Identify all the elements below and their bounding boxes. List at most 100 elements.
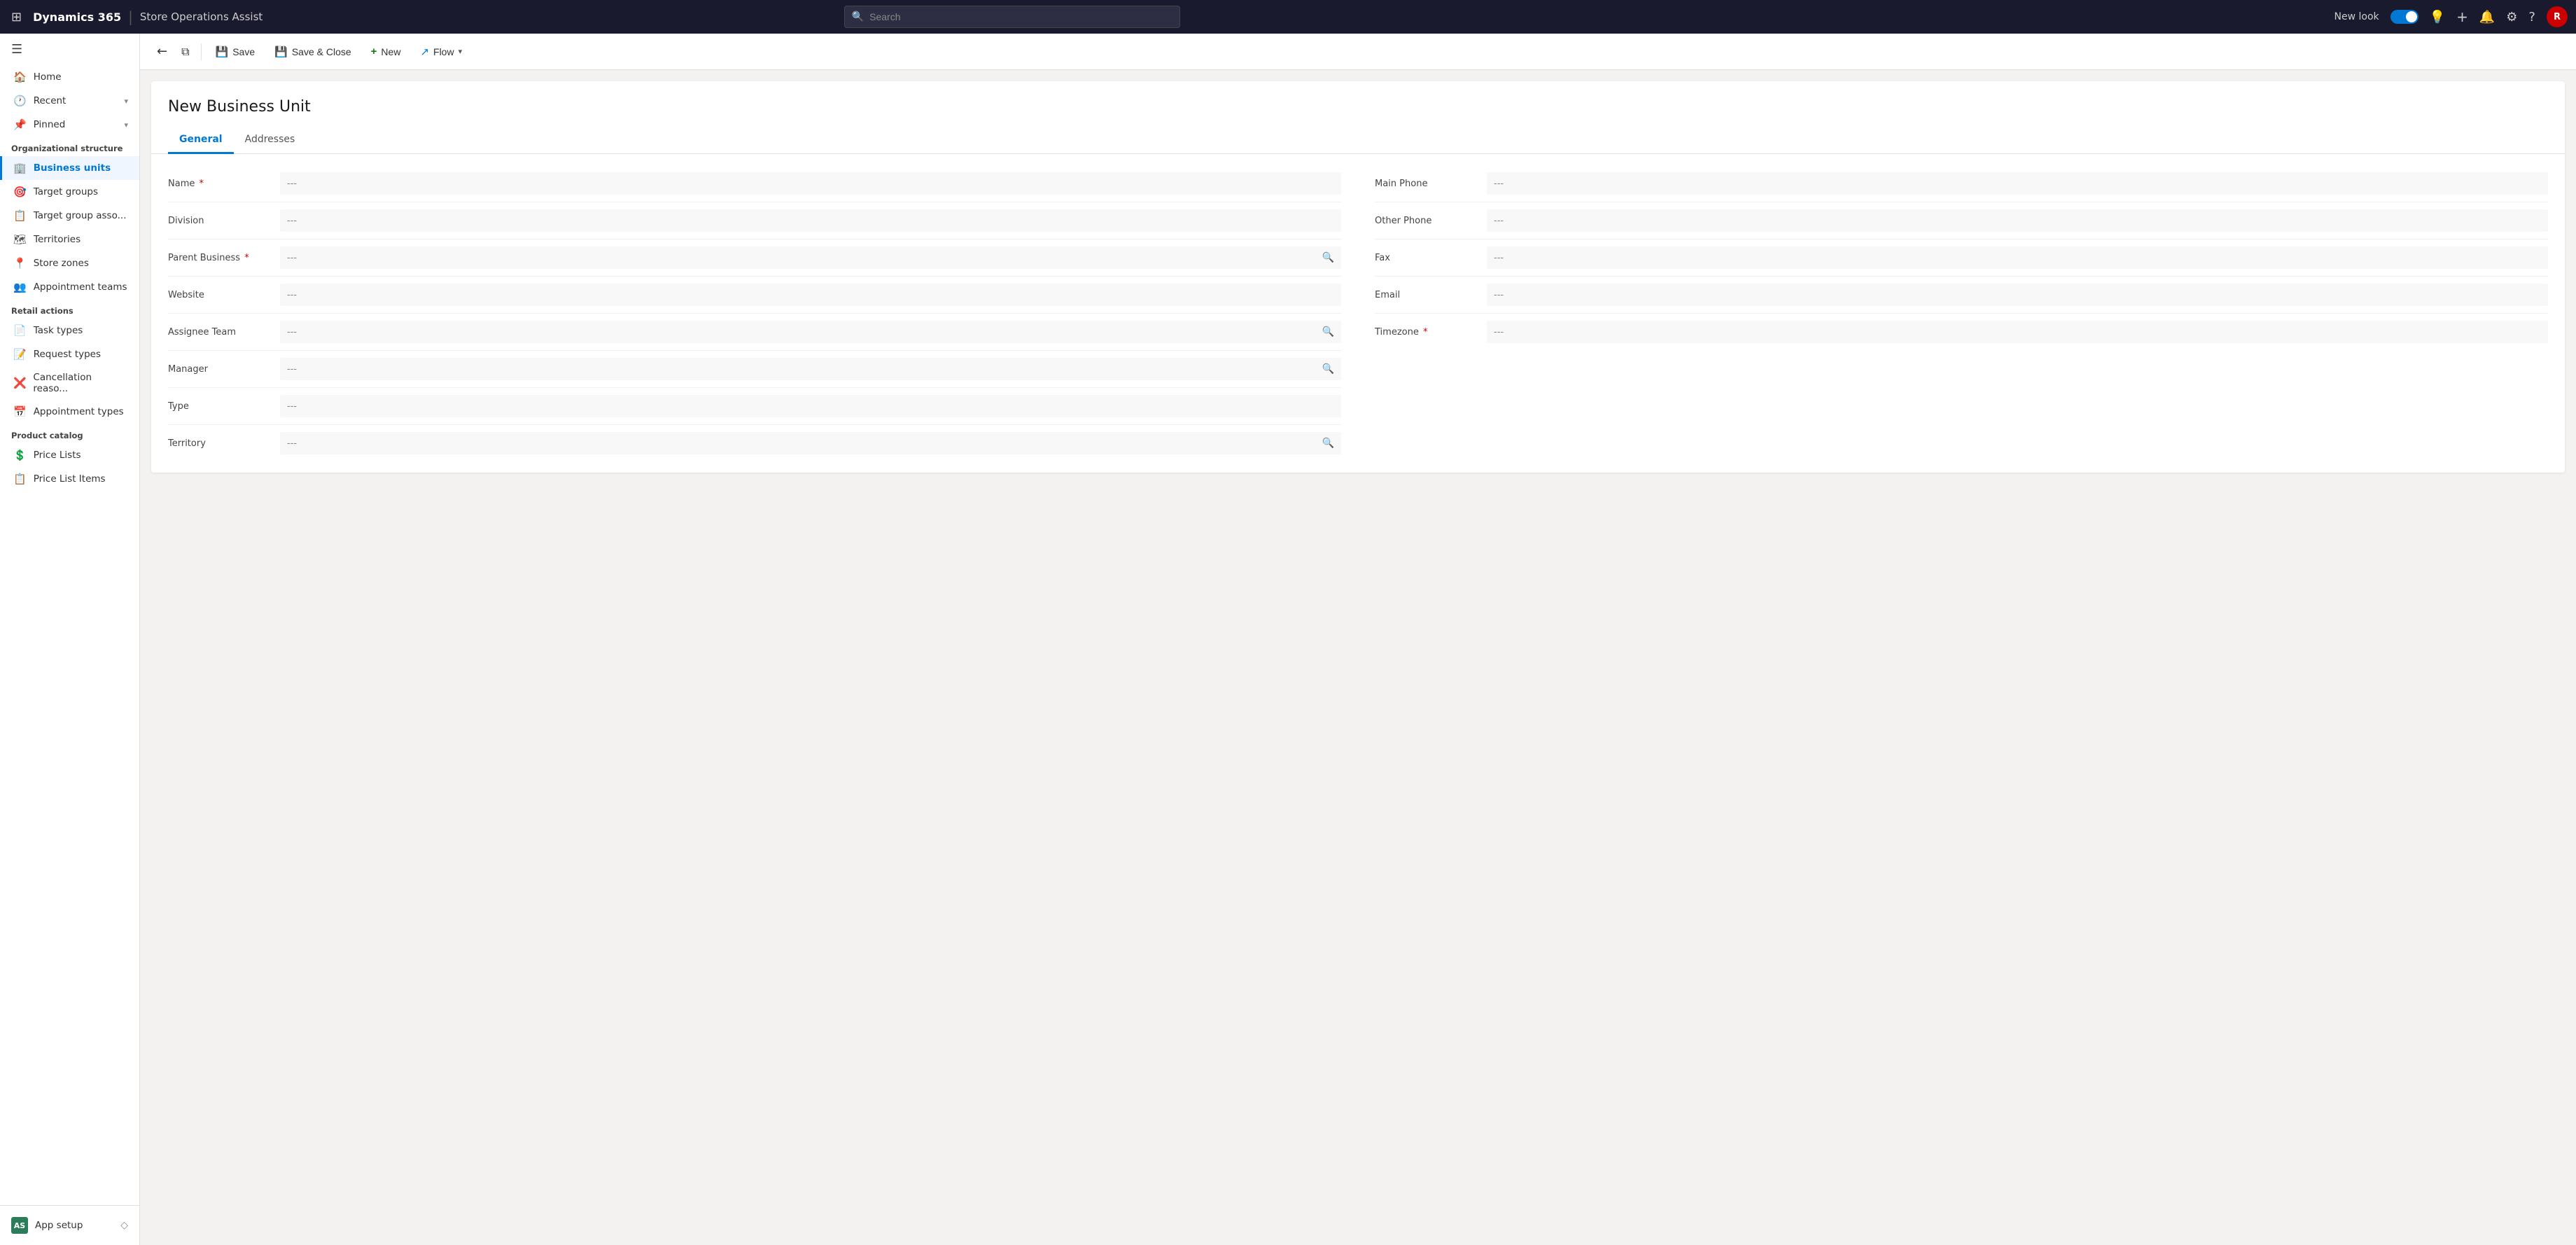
field-territory: Territory --- 🔍 xyxy=(168,425,1341,461)
form-left-column: Name * --- Division --- Parent Business … xyxy=(151,165,1358,461)
notifications-icon[interactable]: 🔔 xyxy=(2479,10,2495,25)
field-name: Name * --- xyxy=(168,165,1341,202)
lightbulb-icon[interactable]: 💡 xyxy=(2430,10,2445,25)
org-structure-section: Organizational structure xyxy=(0,137,139,156)
fax-value[interactable]: --- xyxy=(1487,246,2548,269)
flow-button[interactable]: ↗ Flow ▾ xyxy=(412,41,470,62)
sidebar-item-appointment-teams[interactable]: 👥 Appointment teams xyxy=(0,275,139,299)
save-label: Save xyxy=(232,46,255,57)
store-zones-icon: 📍 xyxy=(13,257,27,270)
new-look-toggle[interactable] xyxy=(2390,10,2418,24)
top-navigation: ⊞ Dynamics 365 | Store Operations Assist… xyxy=(0,0,2576,34)
timezone-label: Timezone * xyxy=(1375,327,1487,338)
sidebar-item-recent-label: Recent xyxy=(34,95,66,106)
sidebar-item-cancellation-reaso[interactable]: ❌ Cancellation reaso... xyxy=(0,366,139,400)
page-title: New Business Unit xyxy=(151,81,2565,127)
sidebar: ☰ 🏠 Home 🕐 Recent ▾ 📌 Pinned ▾ Organizat… xyxy=(0,34,140,1245)
new-label: New xyxy=(381,46,400,57)
form-right-column: Main Phone --- Other Phone --- Fax --- xyxy=(1358,165,2565,461)
territory-value[interactable]: --- 🔍 xyxy=(280,432,1341,454)
restore-button[interactable]: ⧉ xyxy=(176,41,195,63)
sidebar-item-target-groups[interactable]: 🎯 Target groups xyxy=(0,180,139,204)
type-value[interactable]: --- xyxy=(280,395,1341,417)
assignee-team-search-icon[interactable]: 🔍 xyxy=(1320,325,1337,339)
sidebar-item-business-units[interactable]: 🏢 Business units xyxy=(0,156,139,180)
parent-business-value[interactable]: --- 🔍 xyxy=(280,246,1341,269)
avatar[interactable]: R xyxy=(2547,6,2568,27)
dynamics365-label: Dynamics 365 xyxy=(33,11,121,24)
territory-search-icon[interactable]: 🔍 xyxy=(1320,436,1337,450)
save-icon: 💾 xyxy=(216,46,229,58)
product-catalog-section: Product catalog xyxy=(0,424,139,443)
sidebar-item-appointment-types[interactable]: 📅 Appointment types xyxy=(0,400,139,424)
app-setup-label: App setup xyxy=(35,1220,83,1231)
timezone-value[interactable]: --- xyxy=(1487,321,2548,343)
field-other-phone: Other Phone --- xyxy=(1375,202,2548,239)
sidebar-item-home[interactable]: 🏠 Home xyxy=(0,65,139,89)
manager-search-icon[interactable]: 🔍 xyxy=(1320,362,1337,376)
toolbar-divider-1 xyxy=(201,43,202,60)
app-name-label: Store Operations Assist xyxy=(140,11,262,23)
new-icon: + xyxy=(371,46,377,57)
field-parent-business: Parent Business * --- 🔍 xyxy=(168,239,1341,277)
sidebar-item-request-types[interactable]: 📝 Request types xyxy=(0,342,139,366)
sidebar-item-pinned[interactable]: 📌 Pinned ▾ xyxy=(0,113,139,137)
sidebar-item-price-list-items[interactable]: 📋 Price List Items xyxy=(0,467,139,491)
request-types-icon: 📝 xyxy=(13,348,27,361)
form-card: New Business Unit General Addresses Name… xyxy=(151,81,2565,473)
manager-value[interactable]: --- 🔍 xyxy=(280,358,1341,380)
new-button[interactable]: + New xyxy=(363,41,410,62)
sidebar-item-target-groups-label: Target groups xyxy=(34,186,98,197)
back-button[interactable]: ← xyxy=(151,40,173,63)
sidebar-hamburger-icon[interactable]: ☰ xyxy=(0,34,139,65)
timezone-required: * xyxy=(1420,327,1428,338)
sidebar-item-recent[interactable]: 🕐 Recent ▾ xyxy=(0,89,139,113)
app-setup-expand-icon: ◇ xyxy=(120,1220,128,1231)
name-value[interactable]: --- xyxy=(280,172,1341,195)
fax-label: Fax xyxy=(1375,253,1487,263)
cancellation-icon: ❌ xyxy=(13,377,26,389)
recent-expand-icon: ▾ xyxy=(124,97,128,106)
email-label: Email xyxy=(1375,290,1487,300)
help-icon[interactable]: ? xyxy=(2528,10,2535,25)
parent-business-required: * xyxy=(241,253,249,263)
settings-icon[interactable]: ⚙ xyxy=(2506,10,2517,25)
search-input[interactable] xyxy=(869,11,1172,22)
pinned-icon: 📌 xyxy=(13,118,27,131)
save-close-button[interactable]: 💾 Save & Close xyxy=(266,41,360,62)
nav-divider: | xyxy=(128,8,133,25)
main-phone-label: Main Phone xyxy=(1375,179,1487,189)
grid-icon[interactable]: ⊞ xyxy=(8,7,24,27)
sidebar-item-target-group-asso[interactable]: 📋 Target group asso... xyxy=(0,204,139,228)
field-fax: Fax --- xyxy=(1375,239,2548,277)
top-right-actions: New look 💡 + 🔔 ⚙ ? R xyxy=(2334,6,2568,27)
recent-icon: 🕐 xyxy=(13,95,27,107)
website-value[interactable]: --- xyxy=(280,284,1341,306)
sidebar-item-territories[interactable]: 🗺 Territories xyxy=(0,228,139,251)
app-setup-item[interactable]: AS App setup ◇ xyxy=(0,1211,139,1239)
home-icon: 🏠 xyxy=(13,71,27,83)
appointment-teams-icon: 👥 xyxy=(13,281,27,293)
division-value[interactable]: --- xyxy=(280,209,1341,232)
assignee-team-value[interactable]: --- 🔍 xyxy=(280,321,1341,343)
flow-icon: ↗ xyxy=(420,46,429,58)
email-value[interactable]: --- xyxy=(1487,284,2548,306)
main-phone-value[interactable]: --- xyxy=(1487,172,2548,195)
other-phone-value[interactable]: --- xyxy=(1487,209,2548,232)
price-lists-icon: 💲 xyxy=(13,449,27,461)
sidebar-item-pinned-label: Pinned xyxy=(34,119,66,130)
add-icon[interactable]: + xyxy=(2456,8,2468,25)
assignee-team-label: Assignee Team xyxy=(168,327,280,338)
global-search[interactable]: 🔍 xyxy=(844,6,1180,28)
sidebar-item-task-types[interactable]: 📄 Task types xyxy=(0,319,139,342)
sidebar-item-price-lists[interactable]: 💲 Price Lists xyxy=(0,443,139,467)
main-layout: ☰ 🏠 Home 🕐 Recent ▾ 📌 Pinned ▾ Organizat… xyxy=(0,34,2576,1245)
save-button[interactable]: 💾 Save xyxy=(207,41,264,62)
sidebar-item-store-zones[interactable]: 📍 Store zones xyxy=(0,251,139,275)
new-look-label: New look xyxy=(2334,11,2379,22)
tab-general[interactable]: General xyxy=(168,127,234,154)
parent-business-search-icon[interactable]: 🔍 xyxy=(1320,251,1337,265)
tab-addresses[interactable]: Addresses xyxy=(234,127,307,154)
sidebar-item-store-zones-label: Store zones xyxy=(34,258,89,269)
form-area: New Business Unit General Addresses Name… xyxy=(140,70,2576,1245)
